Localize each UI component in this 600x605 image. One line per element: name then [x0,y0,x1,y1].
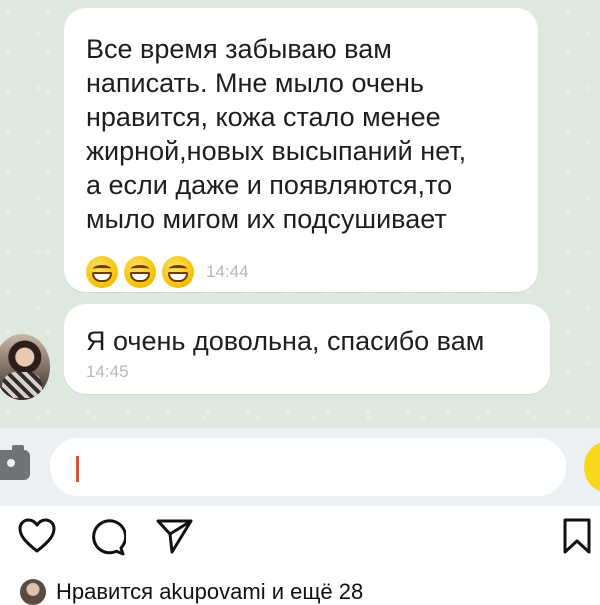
grinning-face-emoji-icon [162,256,194,288]
message-bubble[interactable]: Я очень довольна, спасибо вам 14:45 [64,304,550,394]
message-bubble[interactable]: Все время забываю вам написать. Мне мыло… [64,8,538,292]
message-meta: 14:44 [86,256,249,288]
message-text: Я очень довольна, спасибо вам [86,326,485,356]
grinning-face-emoji-icon [124,256,156,288]
composer-bar [0,428,600,506]
comment-icon[interactable] [88,518,126,556]
chat-area: Все время забываю вам написать. Мне мыло… [0,0,600,428]
heart-icon[interactable] [18,518,56,554]
liker-avatar[interactable] [20,579,46,605]
text-caret [76,456,79,482]
grinning-face-emoji-icon [86,256,118,288]
camera-icon[interactable] [0,445,30,480]
bookmark-icon[interactable] [562,518,592,554]
sender-avatar[interactable] [0,334,50,400]
message-timestamp: 14:44 [206,262,249,281]
likes-row: Нравится akupovami и ещё 28 [20,579,363,605]
message-meta: 14:45 [86,362,129,382]
share-icon[interactable] [156,518,194,554]
send-icon[interactable] [584,442,600,492]
likes-text[interactable]: Нравится akupovami и ещё 28 [56,579,363,605]
post-actions-bar [0,518,600,574]
message-input[interactable] [50,438,566,496]
message-timestamp: 14:45 [86,362,129,381]
message-text: Все время забываю вам написать. Мне мыло… [86,34,467,234]
